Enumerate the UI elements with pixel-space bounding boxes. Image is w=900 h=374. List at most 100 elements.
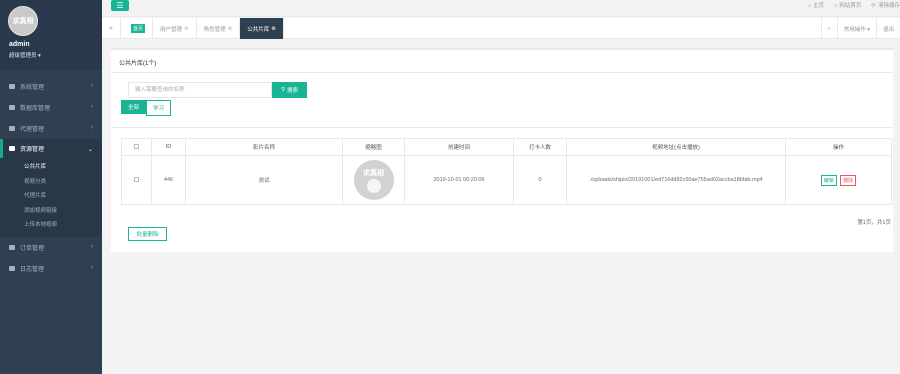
users-icon (9, 126, 15, 131)
chevron-left-icon: ‹ (91, 104, 93, 110)
cell-created: 2019-10-01 00:20:06 (404, 155, 514, 205)
thumbnail-image: 求真相 (353, 160, 394, 200)
site-home-link-label: 网站首页 (839, 3, 862, 9)
sidebar-item-system[interactable]: 系统管理 ‹ (0, 76, 102, 97)
cell-video-url[interactable]: ./uploads/shipin/20191001/ed716dd82c50ae… (566, 155, 786, 205)
table-row: 446 测试 求真相 2019-10-01 00:20:06 0 ./uploa… (121, 155, 892, 205)
profile-area: 求真相 admin 超级管理员 ▾ (0, 0, 102, 70)
tab-label: 角色管理 (203, 26, 226, 33)
tab-home[interactable]: 首页 (124, 18, 154, 39)
tabs-right-controls: » 常用操作 ▾ 退出 (820, 18, 900, 39)
clear-cache-link[interactable]: ⟳ 清除缓存 (871, 1, 900, 9)
tab-public-library[interactable]: 公共片库 ⊗ (240, 18, 284, 39)
tabs: 首页 用户管理 ⊗ 角色管理 ⊗ 公共片库 ⊗ (124, 18, 284, 39)
tab-label: 公共片库 (247, 26, 270, 33)
sidebar-item-database[interactable]: 数据库管理 ‹ (0, 97, 102, 118)
globe-icon: ⌂ (834, 3, 838, 9)
table-header-row: ID 影片名称 缩略图 创建时间 打卡人数 视频地址(点击播放) 操作 (121, 138, 892, 156)
tab-role-management[interactable]: 角色管理 ⊗ (197, 18, 241, 39)
home-icon: ⌂ (807, 3, 812, 9)
column-header: ID (151, 138, 186, 156)
sidebar-item-orders[interactable]: 订单管理 ‹ (0, 237, 102, 258)
close-icon[interactable]: ⊗ (228, 26, 233, 32)
tab-home-label: 首页 (131, 24, 146, 33)
search-icon: ⚲ (280, 87, 285, 93)
batch-delete-button[interactable]: 批量删除 (128, 227, 167, 241)
username: admin (9, 41, 30, 48)
edit-button[interactable]: 编辑 (820, 174, 837, 186)
chevron-left-icon: ‹ (91, 243, 93, 250)
content-panel: 公共片库(1个) 输入需要查询的名称 ⚲ 搜索 全部 学习 ID 影片名称 缩略… (111, 48, 893, 252)
filter-all-button[interactable]: 全部 (121, 100, 147, 114)
list-icon (9, 265, 15, 271)
role-dropdown[interactable]: 超级管理员 ▾ (9, 51, 41, 59)
page-title: 公共片库(1个) (119, 61, 157, 67)
submenu-agent-library[interactable]: 代理片库 (0, 189, 102, 204)
home-link-label: 主页 (813, 3, 825, 9)
search-button-label: 搜索 (287, 88, 299, 94)
sidebar-item-label: 资源管理 (20, 147, 45, 153)
top-links: ⌂ 主页 ⌂ 网站首页 ⟳ 清除缓存 (808, 1, 900, 9)
divider (111, 127, 893, 128)
column-header: 操作 (785, 138, 892, 156)
sidebar-item-agent[interactable]: 代理管理 ‹ (0, 118, 102, 139)
folder-icon (9, 146, 15, 151)
sidebar-item-logs[interactable]: 日志管理 ‹ (0, 258, 102, 279)
sidebar-menu: 系统管理 ‹ 数据库管理 ‹ 代理管理 ‹ 资源管理 ⌄ 公共片库 视频分类 代… (0, 76, 102, 279)
submenu-public-library[interactable]: 公共片库 (0, 160, 102, 175)
top-bar: ☰ ⌂ 主页 ⌂ 网站首页 ⟳ 清除缓存 (102, 0, 900, 17)
logout-button[interactable]: 退出 (875, 18, 900, 39)
filter-study-button[interactable]: 学习 (146, 100, 172, 116)
home-link[interactable]: ⌂ 主页 (808, 1, 824, 9)
submenu-add-video-link[interactable]: 添加视频链接 (0, 204, 102, 219)
tabs-next-button[interactable]: » (820, 18, 837, 39)
column-header: 视频地址(点击播放) (566, 138, 786, 156)
sidebar: 求真相 admin 超级管理员 ▾ 系统管理 ‹ 数据库管理 ‹ 代理管理 ‹ … (0, 0, 102, 374)
avatar-text: 求真相 (12, 17, 34, 25)
menu-toggle-button[interactable]: ☰ (111, 0, 129, 11)
category-filter: 全部 学习 (121, 100, 172, 116)
select-all-header (121, 138, 152, 156)
search-input[interactable]: 输入需要查询的名称 (128, 82, 272, 98)
avatar[interactable]: 求真相 (8, 6, 38, 36)
row-select-cell (121, 155, 152, 205)
close-icon[interactable]: ⊗ (271, 26, 276, 32)
cell-count: 0 (513, 155, 567, 205)
sidebar-item-label: 订单管理 (20, 245, 45, 252)
database-icon (9, 105, 15, 110)
chevron-left-icon: ‹ (91, 83, 93, 89)
chevron-down-icon: ⌄ (87, 147, 93, 153)
chevron-left-icon: ‹ (91, 264, 93, 271)
refresh-icon: ⟳ (871, 3, 876, 9)
delete-button[interactable]: 删除 (840, 174, 857, 186)
select-all-checkbox[interactable] (134, 143, 139, 149)
common-ops-dropdown[interactable]: 常用操作 ▾ (836, 18, 876, 39)
cell-id: 446 (151, 155, 186, 205)
thumbnail-text: 求真相 (363, 169, 384, 177)
submenu-upload-local-video[interactable]: 上传本地视频 (0, 218, 102, 233)
tabs-bar: « 首页 用户管理 ⊗ 角色管理 ⊗ 公共片库 ⊗ » 常用操作 ▾ 退出 (102, 18, 900, 39)
sidebar-item-label: 数据库管理 (20, 106, 51, 112)
pagination-info: 第1页，共1页 (857, 220, 891, 226)
row-checkbox[interactable] (134, 176, 139, 182)
resources-submenu: 公共片库 视频分类 代理片库 添加视频链接 上传本地视频 (0, 158, 102, 237)
cell-name: 测试 (185, 155, 343, 205)
face-icon (366, 179, 381, 193)
column-header: 影片名称 (185, 138, 343, 156)
tab-user-management[interactable]: 用户管理 ⊗ (153, 18, 197, 39)
sidebar-item-label: 代理管理 (20, 127, 45, 133)
divider (111, 72, 893, 73)
close-icon[interactable]: ⊗ (184, 26, 189, 32)
sidebar-item-label: 系统管理 (20, 85, 45, 91)
column-header: 打卡人数 (513, 138, 567, 156)
tabs-prev-button[interactable]: « (102, 18, 121, 39)
cell-thumbnail: 求真相 (342, 155, 405, 205)
list-icon (9, 244, 15, 250)
cell-actions: 编辑 删除 (785, 155, 892, 205)
sidebar-item-resources[interactable]: 资源管理 ⌄ (0, 139, 102, 158)
tab-label: 用户管理 (160, 26, 183, 33)
site-home-link[interactable]: ⌂ 网站首页 (834, 1, 861, 9)
column-header: 缩略图 (342, 138, 405, 156)
search-button[interactable]: ⚲ 搜索 (272, 82, 307, 98)
submenu-video-category[interactable]: 视频分类 (0, 175, 102, 190)
